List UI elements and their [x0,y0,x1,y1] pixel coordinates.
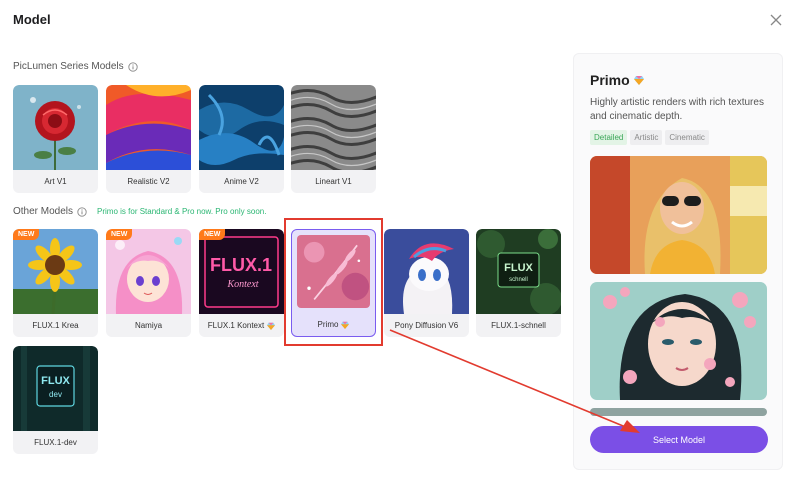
preview-image-partial [590,408,767,416]
thumbnail-art-v1 [13,85,98,170]
dialog-title: Model [13,12,51,27]
model-name-row: FLUX.1 Kontext [199,314,284,337]
model-card-realistic-v2[interactable]: Realistic V2 [106,85,191,193]
tag-cinematic: Cinematic [665,130,709,145]
panel-title: Primo [590,72,630,88]
close-button[interactable] [768,12,784,28]
thumb-text: FLUX [504,262,533,274]
model-card-primo[interactable]: Primo [291,229,376,337]
series-section-label: PicLumen Series Models [13,61,138,72]
close-icon [770,14,782,26]
thumbnail-realistic-v2 [106,85,191,170]
model-card-flux-kontext[interactable]: FLUX.1 Kontext NEW FLUX.1 Kontext [199,229,284,337]
panel-description: Highly artistic renders with rich textur… [590,97,764,122]
other-label-text: Other Models [13,206,74,217]
thumbnail-lineart-v1 [291,85,376,170]
thumbnail-pony-diffusion [384,229,469,314]
model-name: FLUX.1 Kontext [207,321,265,330]
other-section-label: Other Models Primo is for Standard & Pro… [13,206,266,217]
new-badge: NEW [199,229,226,240]
tag-artistic: Artistic [630,130,663,145]
model-card-namiya[interactable]: NEW Namiya [106,229,191,337]
model-name: Primo [317,320,339,329]
preview-image-woman-sunglasses [590,156,767,274]
thumbnail-flux-schnell: FLUX schnell [476,229,561,314]
thumbnail-anime-v2 [199,85,284,170]
thumb-text: FLUX [41,375,70,387]
model-card-anime-v2[interactable]: Anime V2 [199,85,284,193]
series-label-text: PicLumen Series Models [13,61,124,72]
model-name: Art V1 [44,177,67,186]
thumb-text: Kontext [226,279,258,290]
info-icon[interactable] [127,61,138,72]
model-name: Pony Diffusion V6 [394,321,459,330]
model-name: FLUX.1-dev [34,438,77,447]
model-name-row: Primo [292,313,375,336]
model-name: Lineart V1 [315,177,352,186]
thumb-text: FLUX.1 [210,255,272,275]
model-name: Namiya [134,321,163,330]
thumbnail-flux-krea [13,229,98,314]
model-name: Anime V2 [224,177,259,186]
thumb-text: dev [49,390,62,399]
model-card-flux-dev[interactable]: FLUX dev FLUX.1-dev [13,346,98,454]
model-dialog: Model PicLumen Series Models Art V1 Real… [0,0,800,485]
model-card-lineart-v1[interactable]: Lineart V1 [291,85,376,193]
info-icon[interactable] [77,206,87,217]
premium-gem-icon [341,321,350,329]
thumbnail-primo [297,235,370,308]
model-name: Realistic V2 [127,177,170,186]
tag-detailed: Detailed [590,130,628,145]
model-detail-panel: Primo Highly artistic renders with rich … [573,53,783,470]
thumb-text: schnell [509,277,528,283]
new-badge: NEW [106,229,133,240]
model-card-pony-diffusion[interactable]: Pony Diffusion V6 [384,229,469,337]
model-name: FLUX.1-schnell [491,321,546,330]
primo-notice: Primo is for Standard & Pro now. Pro onl… [97,207,267,216]
panel-title-row: Primo [590,72,644,88]
model-card-flux-krea[interactable]: NEW FLUX.1 Krea [13,229,98,337]
premium-gem-icon [633,76,644,85]
thumbnail-namiya [106,229,191,314]
select-model-button[interactable]: Select Model [590,426,768,453]
premium-gem-icon [267,322,276,330]
tag-list: Detailed Artistic Cinematic [590,130,709,145]
model-card-flux-schnell[interactable]: FLUX schnell FLUX.1-schnell [476,229,561,337]
preview-image-woman-blossoms [590,282,767,400]
thumbnail-flux-kontext: FLUX.1 Kontext [199,229,284,314]
thumbnail-flux-dev: FLUX dev [13,346,98,431]
new-badge: NEW [13,229,40,240]
model-card-art-v1[interactable]: Art V1 [13,85,98,193]
model-name: FLUX.1 Krea [32,321,79,330]
